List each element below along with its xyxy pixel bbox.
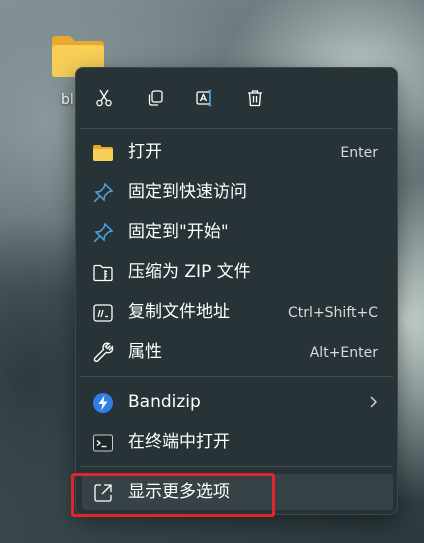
trash-icon [248, 90, 262, 107]
menu-item-label: 复制文件地址 [128, 302, 230, 322]
menu-item-copy-path[interactable]: 复制文件地址 Ctrl+Shift+C [82, 294, 393, 330]
menu-item-label: Bandizip [128, 392, 201, 412]
external-link-icon [94, 484, 112, 502]
menu-item-bandizip[interactable]: Bandizip [82, 384, 393, 420]
menu-item-shortcut: Alt+Enter [309, 345, 378, 361]
terminal-icon [93, 434, 113, 452]
scissors-icon [96, 89, 112, 107]
pin-icon [93, 222, 114, 243]
menu-item-pin-start[interactable]: 固定到"开始" [82, 214, 393, 250]
menu-item-label: 固定到快速访问 [128, 182, 247, 202]
menu-item-label: 在终端中打开 [128, 432, 230, 452]
rename-icon [196, 89, 212, 107]
menu-item-properties[interactable]: 属性 Alt+Enter [82, 334, 393, 370]
chevron-right-icon [370, 396, 377, 408]
context-menu: 打开 Enter 固定到快速访问 固定到"开始" 压缩为 ZIP 文件 复制文件… [75, 67, 398, 515]
bandizip-icon [93, 393, 113, 413]
copy-icon [148, 90, 163, 106]
menu-separator [80, 128, 393, 129]
menu-item-shortcut: Enter [340, 145, 378, 161]
menu-item-label: 属性 [128, 342, 162, 362]
menu-item-label: 压缩为 ZIP 文件 [128, 262, 251, 282]
pin-icon [93, 182, 114, 203]
zip-folder-icon [93, 264, 113, 282]
delete-button[interactable] [237, 81, 273, 115]
menu-item-pin-quick-access[interactable]: 固定到快速访问 [82, 174, 393, 210]
rename-button[interactable] [187, 81, 223, 115]
copy-button[interactable] [137, 81, 173, 115]
folder-icon [93, 145, 113, 161]
menu-item-open[interactable]: 打开 Enter [82, 134, 393, 170]
menu-item-shortcut: Ctrl+Shift+C [288, 305, 378, 321]
menu-item-label: 显示更多选项 [128, 482, 230, 502]
desktop-folder-label[interactable]: bl [61, 92, 74, 108]
cut-button[interactable] [86, 81, 122, 115]
menu-separator [80, 376, 393, 377]
menu-separator [80, 466, 393, 467]
menu-item-label: 打开 [128, 142, 162, 162]
menu-item-label: 固定到"开始" [128, 222, 229, 242]
menu-item-open-terminal[interactable]: 在终端中打开 [82, 424, 393, 460]
quick-actions-bar [76, 68, 397, 128]
wrench-icon [93, 342, 114, 363]
menu-item-compress-zip[interactable]: 压缩为 ZIP 文件 [82, 254, 393, 290]
copy-path-icon [93, 304, 113, 322]
menu-item-show-more-options[interactable]: 显示更多选项 [82, 474, 393, 510]
